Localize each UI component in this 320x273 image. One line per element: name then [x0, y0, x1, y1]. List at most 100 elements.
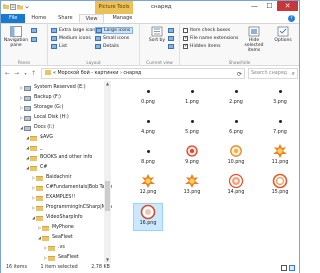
navigation-pane-button[interactable]: Navigation pane — [2, 26, 30, 48]
search-box[interactable]: Search снаряд ⌕ — [248, 68, 298, 79]
minimize-button[interactable]: — — [247, 1, 262, 11]
up-button[interactable]: ↑ — [30, 70, 37, 77]
file-name: 12.png — [139, 190, 157, 195]
nav-tree-item[interactable]: ◢ SeaFleet — [1, 233, 73, 243]
nav-tree-item[interactable]: ◢ BOOKS and other info — [1, 153, 92, 163]
layout-list[interactable]: List — [51, 43, 67, 50]
image-thumbnail-icon — [272, 173, 288, 189]
navigation-pane-scrollbar[interactable]: ▲ ▼ — [104, 81, 111, 263]
file-name: 1.png — [185, 100, 199, 105]
file-tile[interactable]: 3.png — [265, 83, 295, 111]
forward-button[interactable]: → — [13, 70, 20, 77]
file-tile[interactable]: 9.png — [177, 143, 207, 171]
file-tile[interactable]: 0.png — [133, 83, 163, 111]
tab-file[interactable]: File — [1, 14, 26, 23]
file-tile[interactable]: 16.png — [133, 203, 163, 231]
details-view-icon[interactable] — [281, 265, 287, 271]
current-view-group: Sort by Current view — [140, 24, 180, 66]
file-name-extensions-checkbox[interactable] — [183, 35, 188, 41]
file-tile[interactable]: 12.png — [133, 173, 163, 201]
layout-details[interactable]: Details — [95, 43, 119, 50]
file-tile[interactable]: 10.png — [221, 143, 251, 171]
nav-tree-item[interactable]: ◢ Docs (I:) — [1, 123, 54, 133]
tab-manage[interactable]: Manage — [106, 14, 138, 23]
file-name: 11.png — [271, 160, 289, 165]
file-tile[interactable]: 5.png — [177, 113, 207, 141]
file-tile[interactable]: 14.png — [221, 173, 251, 201]
nav-tree-item[interactable]: ▷ C#Fundamentals|Bob Tabor — [1, 183, 112, 193]
details-pane-button[interactable] — [31, 36, 37, 43]
nav-tree-item[interactable]: ◢ C# — [1, 163, 47, 173]
folder-icon — [36, 195, 43, 201]
refresh-icon[interactable]: ⟳ — [237, 70, 242, 78]
file-name-extensions-toggle[interactable]: File name extensions — [183, 35, 238, 42]
nav-tree-item[interactable]: ▷ Storage (G:) — [1, 103, 63, 113]
layout-extra-large-icons[interactable]: Extra large icons — [51, 27, 98, 34]
file-tile[interactable]: 6.png — [221, 113, 251, 141]
file-tile[interactable]: 15.png — [265, 173, 295, 201]
navigation-pane-icon — [10, 26, 22, 37]
layout-large-icons[interactable]: Large icons — [95, 27, 134, 34]
file-tile[interactable]: 8.png — [133, 143, 163, 171]
file-tile[interactable]: 1.png — [177, 83, 207, 111]
address-bar[interactable]: « Морской бой - картинки › снаряд ⟳ — [41, 68, 245, 79]
image-thumbnail-icon — [140, 83, 156, 99]
nav-tree-item[interactable]: ▷ System Reserved (E:) — [1, 83, 86, 93]
drive-icon — [24, 95, 31, 101]
back-button[interactable]: ← — [4, 70, 11, 77]
maximize-button[interactable]: ☐ — [262, 1, 277, 11]
file-tile[interactable]: 11.png — [265, 143, 295, 171]
hidden-items-checkbox[interactable] — [183, 43, 188, 49]
options-label: Options — [274, 38, 292, 43]
qat-dropdown-icon[interactable] — [24, 4, 29, 10]
tab-share[interactable]: Share — [52, 14, 78, 23]
tab-home[interactable]: Home — [25, 14, 52, 23]
navigation-pane: ▷ System Reserved (E:) ▷ Backup (F:) ▷ Storag… — [1, 81, 112, 263]
scroll-up-icon[interactable]: ▲ — [104, 81, 111, 87]
nav-tree-item[interactable]: ▷ MyPhone — [1, 223, 74, 233]
nav-tree-item[interactable]: ▷ Backup (F:) — [1, 93, 61, 103]
new-folder-icon[interactable] — [17, 4, 23, 10]
options-button[interactable]: Options — [272, 26, 294, 43]
close-button[interactable]: ✕ — [277, 1, 298, 11]
nav-tree-item[interactable]: ▷ Baidachnir — [1, 173, 72, 183]
preview-pane-button[interactable] — [31, 27, 37, 34]
nav-tree-label: Backup (F:) — [34, 95, 61, 100]
nav-tree-item[interactable]: ▷ Local Disk (H:) — [1, 113, 69, 123]
hidden-items-toggle[interactable]: Hidden items — [183, 43, 221, 50]
file-tile[interactable]: 13.png — [177, 173, 207, 201]
hide-selected-items-button[interactable]: Hide selected items — [242, 26, 266, 53]
picture-tools-context-tab[interactable]: Picture Tools — [95, 1, 133, 14]
recent-locations-button[interactable]: ▾ — [22, 70, 29, 77]
options-icon — [277, 26, 289, 37]
sort-by-button[interactable]: Sort by — [148, 26, 166, 43]
scrollbar-thumb[interactable] — [105, 181, 110, 211]
nav-tree-item[interactable]: ▷ ProgrammingInCSharp|MVA — [1, 203, 112, 213]
layout-group-label: Layout — [86, 60, 101, 65]
file-tile[interactable]: 7.png — [265, 113, 295, 141]
file-tile[interactable]: 2.png — [221, 83, 251, 111]
nav-tree-label: SeaFleet — [52, 235, 73, 240]
folder-icon — [48, 255, 55, 261]
ribbon-tabs: File Home Share View Manage ? — [1, 14, 299, 24]
nav-tree-item[interactable]: ◢ VideoSharpInfo — [1, 213, 83, 223]
add-columns-button[interactable] — [168, 35, 174, 42]
properties-icon[interactable] — [10, 4, 16, 10]
file-tile[interactable]: 4.png — [133, 113, 163, 141]
nav-tree-item[interactable]: ▷ SeaFleet — [1, 253, 79, 263]
nav-tree-label: Docs (I:) — [34, 125, 55, 130]
nav-tree-label: System Reserved (E:) — [34, 85, 86, 90]
nav-tree-item[interactable]: ◢ _ — [1, 143, 42, 153]
nav-tree-item[interactable]: ◢ $AVG — [1, 133, 53, 143]
group-by-button[interactable] — [168, 27, 174, 34]
help-icon[interactable]: ? — [288, 15, 295, 22]
large-icons-view-icon[interactable] — [289, 265, 295, 271]
item-check-boxes-checkbox[interactable] — [183, 28, 188, 33]
nav-tree-item[interactable]: ▷ EXAMPLES!! — [1, 193, 75, 203]
layout-medium-icons[interactable]: Medium icons — [51, 35, 91, 42]
nav-tree-item[interactable]: ▷ .vs — [1, 243, 65, 253]
layout-small-icons[interactable]: Small icons — [95, 35, 129, 42]
size-columns-button[interactable] — [168, 43, 174, 50]
item-check-boxes-toggle[interactable]: Item check boxes — [183, 27, 230, 34]
tab-view[interactable]: View — [78, 14, 105, 23]
